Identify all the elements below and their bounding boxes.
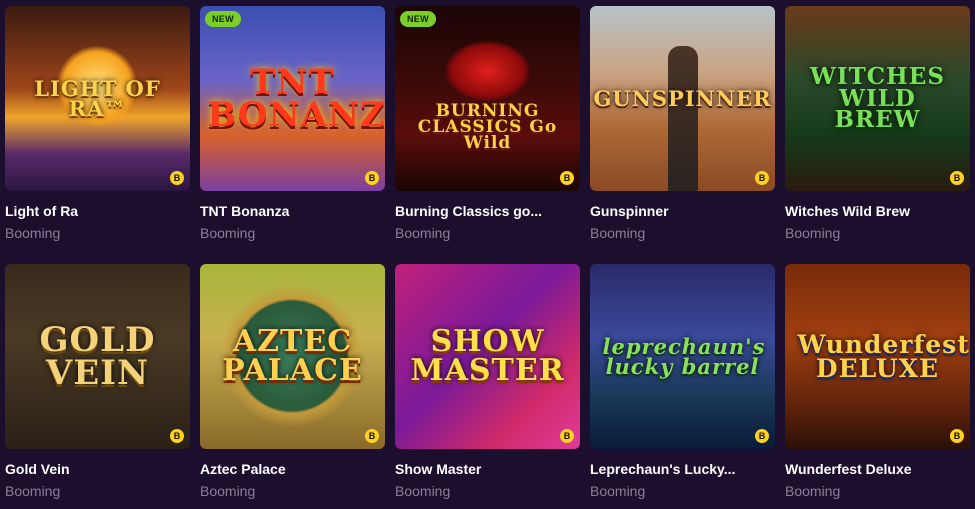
game-logo: GOLD VEIN <box>39 320 156 393</box>
game-thumbnail[interactable]: LIGHT OF RA™ B <box>5 6 190 191</box>
game-thumbnail[interactable]: Wunderfest DELUXE B <box>785 264 970 449</box>
game-logo: GUNSPINNER <box>593 85 772 111</box>
game-thumbnail[interactable]: WITCHES WILD BREW B <box>785 6 970 191</box>
game-provider: Booming <box>785 225 841 241</box>
booming-icon: B <box>170 429 184 443</box>
game-provider: Booming <box>590 483 646 499</box>
new-badge: NEW <box>205 11 241 27</box>
game-logo: SHOW MASTER <box>410 324 565 388</box>
game-provider: Booming <box>5 483 61 499</box>
game-title[interactable]: Aztec Palace <box>200 461 385 477</box>
game-title[interactable]: Gunspinner <box>590 203 775 219</box>
game-title[interactable]: Burning Classics go... <box>395 203 580 219</box>
game-provider: Booming <box>395 225 451 241</box>
game-thumbnail[interactable]: leprechaun's lucky barrel B <box>590 264 775 449</box>
game-provider: Booming <box>395 483 451 499</box>
game-provider: Booming <box>5 225 61 241</box>
game-thumbnail[interactable]: TNT BONANZA NEW B <box>200 6 385 191</box>
booming-icon: B <box>560 171 574 185</box>
game-logo: AZTEC PALACE <box>222 324 363 388</box>
game-logo: Wunderfest DELUXE <box>797 329 970 383</box>
game-title[interactable]: Leprechaun's Lucky... <box>590 461 775 477</box>
game-provider: Booming <box>590 225 646 241</box>
game-logo: TNT BONANZA <box>207 62 386 135</box>
game-provider: Booming <box>200 225 256 241</box>
booming-icon: B <box>365 429 379 443</box>
booming-icon: B <box>755 429 769 443</box>
game-thumbnail[interactable]: GOLD VEIN B <box>5 264 190 449</box>
game-logo: leprechaun's lucky barrel <box>602 333 766 379</box>
booming-icon: B <box>950 171 964 185</box>
game-logo: WITCHES WILD BREW <box>810 62 945 134</box>
booming-icon: B <box>560 429 574 443</box>
game-logo: LIGHT OF RA™ <box>34 75 161 121</box>
game-title[interactable]: Wunderfest Deluxe <box>785 461 970 477</box>
game-title[interactable]: Light of Ra <box>5 203 190 219</box>
booming-icon: B <box>950 429 964 443</box>
booming-icon: B <box>755 171 769 185</box>
game-provider: Booming <box>200 483 256 499</box>
new-badge: NEW <box>400 11 436 27</box>
game-thumbnail[interactable]: BURNING CLASSICS Go Wild NEW B <box>395 6 580 191</box>
game-logo: BURNING CLASSICS Go Wild <box>417 100 558 153</box>
game-thumbnail[interactable]: SHOW MASTER B <box>395 264 580 449</box>
game-title[interactable]: Witches Wild Brew <box>785 203 970 219</box>
booming-icon: B <box>170 171 184 185</box>
booming-icon: B <box>365 171 379 185</box>
game-title[interactable]: TNT Bonanza <box>200 203 385 219</box>
game-thumbnail[interactable]: AZTEC PALACE B <box>200 264 385 449</box>
game-title[interactable]: Show Master <box>395 461 580 477</box>
game-thumbnail[interactable]: GUNSPINNER B <box>590 6 775 191</box>
game-title[interactable]: Gold Vein <box>5 461 190 477</box>
game-provider: Booming <box>785 483 841 499</box>
